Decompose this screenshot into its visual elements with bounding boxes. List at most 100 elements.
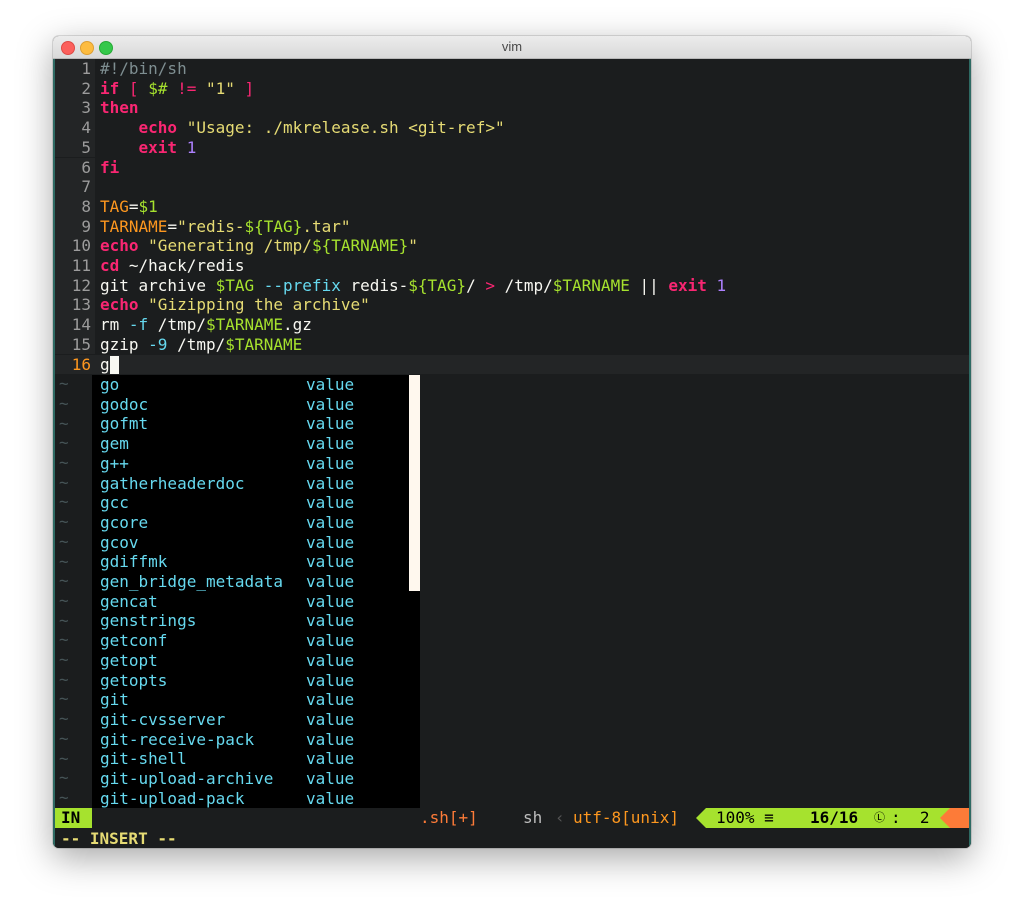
completion-item[interactable]: getopt value xyxy=(92,651,419,671)
code-line[interactable]: 15 gzip -9 /tmp/$TARNAME xyxy=(55,334,969,355)
code-text[interactable]: g xyxy=(100,355,119,375)
file-encoding: utf-8[unix] xyxy=(573,808,679,827)
code-token: $# xyxy=(148,78,168,98)
code-text[interactable]: TAG=$1 xyxy=(100,197,158,217)
code-line[interactable]: 9 TARNAME="redis-${TAG}.tar" xyxy=(55,216,969,237)
completion-word: git-receive-pack xyxy=(100,729,255,749)
empty-line-tilde: ~ xyxy=(59,512,69,532)
completion-item[interactable]: git-cvsserver value xyxy=(92,710,419,730)
empty-line-tilde: ~ xyxy=(59,650,69,669)
completion-popup[interactable]: go value godoc value gofmt value gem value g++ va… xyxy=(92,375,419,828)
code-text[interactable]: exit 1 xyxy=(100,138,197,158)
title-bar: vim xyxy=(53,36,971,59)
completion-kind: value xyxy=(306,552,355,572)
code-token: $TAG xyxy=(215,275,255,295)
code-token: exit xyxy=(668,275,707,295)
completion-item[interactable]: git value xyxy=(92,690,419,710)
empty-line-tilde: ~ xyxy=(59,374,69,394)
code-token: --prefix xyxy=(263,275,341,295)
vim-window: vim 1 #!/bin/sh 2 if [ $# != "1" ] 3 then 4 ec… xyxy=(53,36,971,848)
completion-item[interactable]: gcc value xyxy=(92,493,419,513)
completion-kind: value xyxy=(306,512,355,532)
completion-word: git-upload-archive xyxy=(100,769,274,788)
code-line[interactable]: 6 fi xyxy=(55,157,969,178)
code-line[interactable]: 4 echo "Usage: ./mkrelease.sh <git-ref>" xyxy=(55,118,969,138)
code-line[interactable]: 1 #!/bin/sh xyxy=(55,59,969,79)
file-type: sh xyxy=(523,808,543,827)
code-line[interactable]: 14 rm -f /tmp/$TARNAME.gz xyxy=(55,315,969,335)
code-line[interactable]: 2 if [ $# != "1" ] xyxy=(55,78,969,99)
code-token: then xyxy=(100,98,139,118)
code-text[interactable]: echo "Usage: ./mkrelease.sh <git-ref>" xyxy=(100,118,505,138)
code-text[interactable]: echo "Gizipping the archive" xyxy=(100,295,370,315)
completion-item[interactable]: git-receive-pack value xyxy=(92,730,419,750)
completion-item[interactable]: git-shell value xyxy=(92,749,419,769)
code-line[interactable]: 11 cd ~/hack/redis xyxy=(55,256,969,276)
code-line[interactable]: 5 exit 1 xyxy=(55,137,969,158)
completion-item[interactable]: git-upload-archive value xyxy=(92,769,419,789)
code-line[interactable]: 7 xyxy=(55,177,969,197)
code-token: -9 xyxy=(148,334,168,354)
completion-item[interactable]: getconf value xyxy=(92,631,419,651)
code-line[interactable]: 12 git archive $TAG --prefix redis-${TAG}… xyxy=(55,275,969,296)
completion-item[interactable]: gen_bridge_metadata value xyxy=(92,572,419,592)
line-number: 7 xyxy=(55,177,95,197)
completion-word: gen_bridge_metadata xyxy=(100,572,284,591)
code-text[interactable]: TARNAME="redis-${TAG}.tar" xyxy=(100,217,350,237)
code-text[interactable]: fi xyxy=(100,158,119,178)
completion-item[interactable]: gatherheaderdoc value xyxy=(92,474,419,494)
terminal-editor[interactable]: 1 #!/bin/sh 2 if [ $# != "1" ] 3 then 4 echo "… xyxy=(53,59,971,848)
completion-item[interactable]: gcore value xyxy=(92,513,419,533)
completion-word: git-upload-pack xyxy=(100,788,245,808)
completion-word: git xyxy=(100,690,129,710)
code-text[interactable]: gzip -9 /tmp/$TARNAME xyxy=(100,335,302,355)
completion-item[interactable]: go value xyxy=(92,375,419,395)
code-text[interactable]: #!/bin/sh xyxy=(100,59,187,79)
empty-line-tilde: ~ xyxy=(59,393,69,413)
code-line[interactable]: 16 g xyxy=(55,354,969,375)
code-token: $1 xyxy=(138,196,158,216)
code-line[interactable]: 13 echo "Gizipping the archive" xyxy=(55,295,969,316)
command-line[interactable]: -- INSERT -- xyxy=(61,829,177,848)
cursor-column: : 2 xyxy=(891,808,930,827)
completion-item[interactable]: genstrings value xyxy=(92,611,419,631)
completion-item[interactable]: gcov value xyxy=(92,533,419,553)
completion-item[interactable]: git-upload-pack value xyxy=(92,789,419,809)
code-text[interactable]: echo "Generating /tmp/${TARNAME}" xyxy=(100,236,418,256)
code-text[interactable]: if [ $# != "1" ] xyxy=(100,79,254,99)
line-number: 1 xyxy=(55,59,95,79)
code-line[interactable]: 3 then xyxy=(55,98,969,119)
code-token: ~/hack/redis xyxy=(119,256,245,275)
line-number-icon: Ⓛ xyxy=(874,811,885,824)
completion-item[interactable]: gem value xyxy=(92,434,419,454)
completion-scrollbar-thumb[interactable] xyxy=(409,375,420,591)
code-token: ${TAG} xyxy=(244,216,303,236)
code-token: .tar" xyxy=(302,216,351,236)
code-line[interactable]: 8 TAG=$1 xyxy=(55,196,969,217)
empty-line-tilde: ~ xyxy=(59,768,69,788)
completion-word: gcc xyxy=(100,493,129,513)
code-token: $TARNAME xyxy=(552,275,630,295)
code-text[interactable]: then xyxy=(100,98,139,118)
completion-item[interactable]: gofmt value xyxy=(92,414,419,434)
completion-item[interactable]: godoc value xyxy=(92,395,419,415)
empty-line-tilde: ~ xyxy=(59,413,69,433)
code-line[interactable]: 10 echo "Generating /tmp/${TARNAME}" xyxy=(55,236,969,256)
code-text[interactable]: git archive $TAG --prefix redis-${TAG}/ … xyxy=(100,276,726,296)
completion-item[interactable]: getopts value xyxy=(92,671,419,691)
code-token: echo xyxy=(100,236,139,256)
completion-item[interactable]: gencat value xyxy=(92,592,419,612)
code-text[interactable]: rm -f /tmp/$TARNAME.gz xyxy=(100,315,312,335)
code-text[interactable]: cd ~/hack/redis xyxy=(100,256,245,276)
completion-item[interactable]: gdiffmk value xyxy=(92,552,419,572)
code-token: /tmp/ xyxy=(494,275,553,295)
completion-item[interactable]: g++ value xyxy=(92,454,419,474)
separator-chevron-icon: ‹ xyxy=(555,808,565,827)
empty-line-tilde: ~ xyxy=(59,531,69,551)
completion-word: godoc xyxy=(100,394,149,414)
completion-kind: value xyxy=(306,709,355,729)
empty-line-tilde: ~ xyxy=(59,590,69,610)
status-line: IN .sh[+] sh ‹ utf-8[unix] 100% ≡ 16/16 … xyxy=(55,808,969,828)
